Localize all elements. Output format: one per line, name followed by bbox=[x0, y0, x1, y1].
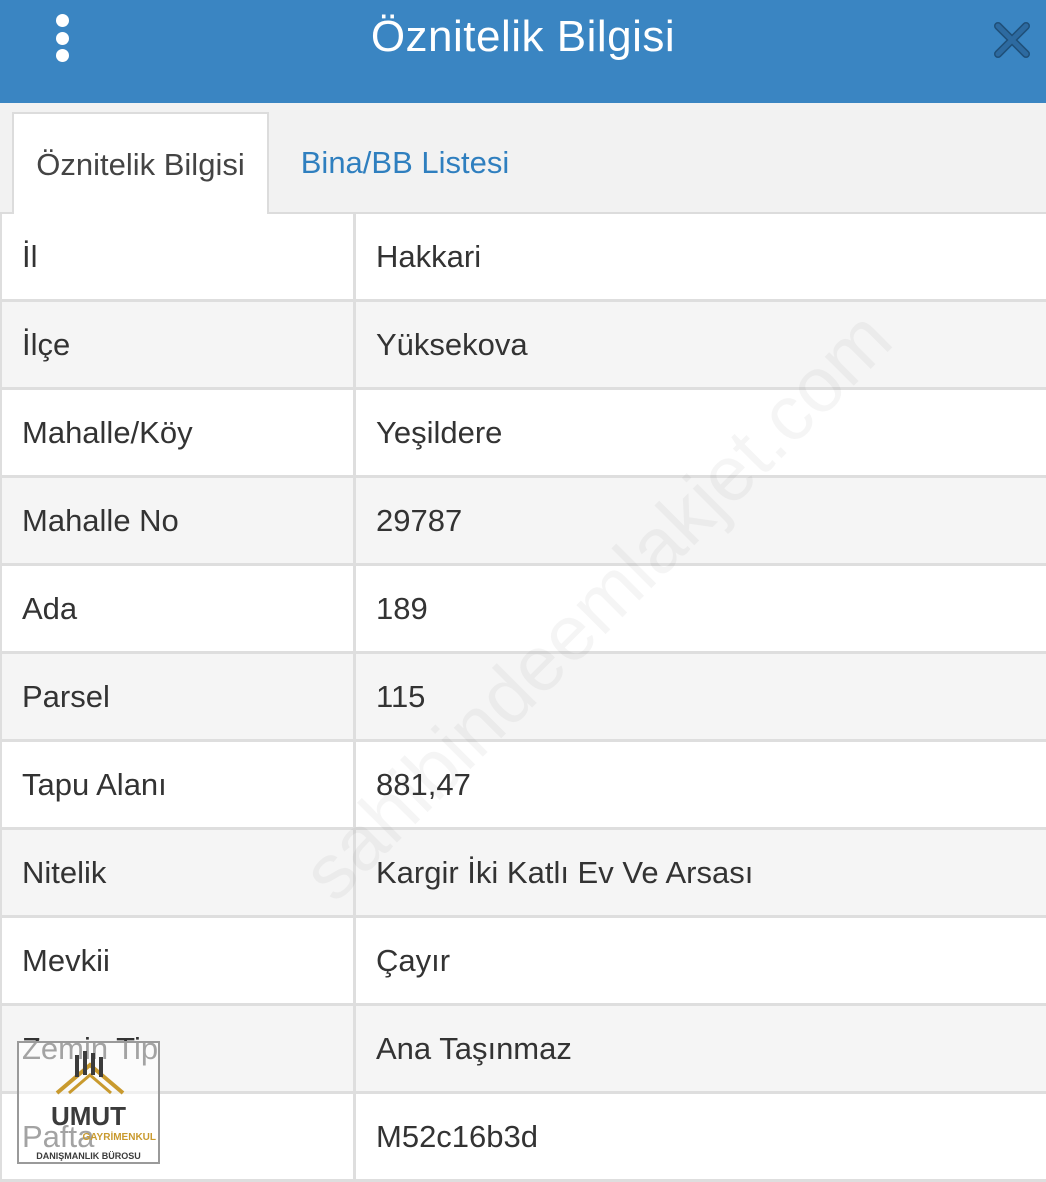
table-row: İlçe Yüksekova bbox=[0, 302, 1046, 390]
row-value: M52c16b3d bbox=[376, 1118, 539, 1154]
logo-name: UMUT bbox=[50, 1101, 127, 1131]
table-row: Mahalle/Köy Yeşildere bbox=[0, 390, 1046, 478]
row-value: Yeşildere bbox=[376, 414, 503, 450]
table-row: Nitelik Kargir İki Katlı Ev Ve Arsası bbox=[0, 830, 1046, 918]
logo-subtitle: GAYRİMENKUL bbox=[82, 1132, 156, 1143]
tab-bar: Öznitelik Bilgisi Bina/BB Listesi bbox=[0, 103, 1046, 216]
tab-oznitelik-bilgisi[interactable]: Öznitelik Bilgisi bbox=[12, 112, 269, 216]
row-value: Yüksekova bbox=[376, 326, 528, 362]
row-value: 881,47 bbox=[376, 766, 471, 802]
row-value: Hakkari bbox=[376, 238, 482, 274]
row-value: 115 bbox=[376, 678, 426, 714]
table-row: İl Hakkari bbox=[0, 214, 1046, 302]
page-title: Öznitelik Bilgisi bbox=[370, 12, 676, 61]
row-label: İlçe bbox=[0, 302, 356, 387]
row-value: 29787 bbox=[376, 502, 463, 538]
house-logo-icon bbox=[55, 1051, 125, 1095]
row-value: Kargir İki Katlı Ev Ve Arsası bbox=[376, 854, 754, 890]
title-bar: Öznitelik Bilgisi bbox=[0, 0, 1046, 103]
table-row: Parsel 115 bbox=[0, 654, 1046, 742]
row-label: İl bbox=[0, 214, 356, 299]
row-label: Ada bbox=[0, 566, 356, 651]
table-row: Tapu Alanı 881,47 bbox=[0, 742, 1046, 830]
close-icon[interactable] bbox=[992, 20, 1032, 60]
row-label: Nitelik bbox=[0, 830, 356, 915]
row-value: Çayır bbox=[376, 942, 451, 978]
brand-logo: UMUT GAYRİMENKUL DANIŞMANLIK BÜROSU bbox=[17, 1041, 160, 1164]
attribute-table: İl Hakkari İlçe Yüksekova Mahalle/Köy Ye… bbox=[0, 214, 1046, 1182]
table-row: Mevkii Çayır bbox=[0, 918, 1046, 1006]
row-value: 189 bbox=[376, 590, 428, 626]
row-label: Mahalle/Köy bbox=[0, 390, 356, 475]
row-label: Mevkii bbox=[0, 918, 356, 1003]
row-label: Parsel bbox=[0, 654, 356, 739]
tab-bina-bb-listesi[interactable]: Bina/BB Listesi bbox=[280, 112, 530, 214]
row-label: Tapu Alanı bbox=[0, 742, 356, 827]
table-row: Mahalle No 29787 bbox=[0, 478, 1046, 566]
table-row: Ada 189 bbox=[0, 566, 1046, 654]
row-label: Mahalle No bbox=[0, 478, 356, 563]
logo-tagline: DANIŞMANLIK BÜROSU bbox=[36, 1151, 141, 1161]
row-value: Ana Taşınmaz bbox=[376, 1030, 572, 1066]
